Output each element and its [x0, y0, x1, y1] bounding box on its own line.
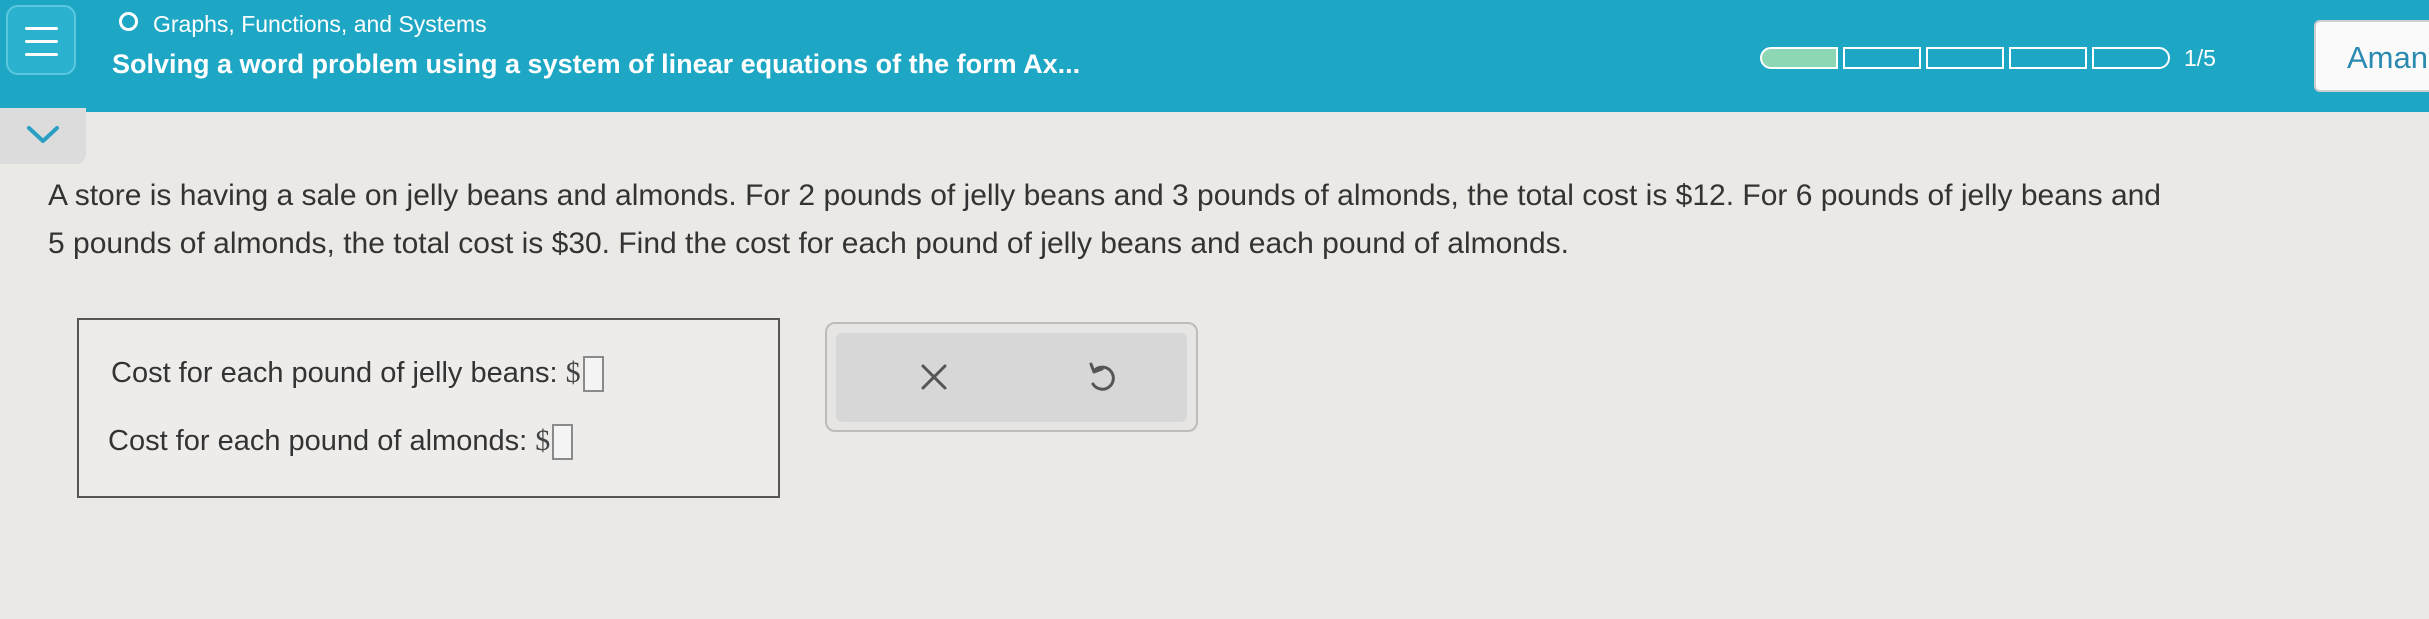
menu-line [25, 53, 58, 56]
menu-line [25, 40, 58, 43]
action-panel [825, 322, 1198, 432]
circle-icon [119, 12, 138, 31]
reset-button[interactable] [1080, 355, 1124, 399]
currency-symbol: $ [535, 424, 551, 457]
jelly-beans-cost-input[interactable] [582, 356, 604, 393]
action-buttons [836, 333, 1187, 422]
clear-button[interactable] [912, 355, 956, 399]
answer-panel: Cost for each pound of jelly beans: $ Co… [77, 318, 780, 498]
answer-label: Cost for each pound of almonds: [108, 425, 528, 457]
progress-count: 1/5 [2184, 45, 2216, 71]
question-text: A store is having a sale on jelly beans … [48, 172, 2388, 268]
undo-icon [1089, 362, 1115, 391]
collapse-toggle[interactable] [0, 108, 86, 164]
progress-segment [1843, 47, 1921, 69]
progress-segment [1926, 47, 2004, 69]
x-close-icon [921, 364, 947, 390]
user-name: Aman [2347, 40, 2428, 75]
topic-label: Graphs, Functions, and Systems [153, 11, 487, 37]
page-title: Solving a word problem using a system of… [112, 49, 1081, 79]
answer-row-almonds: Cost for each pound of almonds: $ [108, 424, 574, 461]
progress-segment [2009, 47, 2087, 69]
progress-segment [1760, 47, 1838, 69]
answer-label: Cost for each pound of jelly beans: [111, 357, 558, 389]
menu-line [25, 27, 58, 30]
progress-segment [2092, 47, 2170, 69]
chevron-down-icon [27, 126, 59, 143]
top-bar: Graphs, Functions, and Systems Solving a… [0, 0, 2429, 112]
answer-row-jelly-beans: Cost for each pound of jelly beans: $ [111, 356, 604, 393]
almonds-cost-input[interactable] [552, 424, 574, 461]
question-line: A store is having a sale on jelly beans … [48, 179, 2161, 212]
question-line: 5 pounds of almonds, the total cost is $… [48, 227, 1569, 260]
currency-symbol: $ [565, 356, 581, 389]
hamburger-menu-button[interactable] [6, 5, 76, 75]
